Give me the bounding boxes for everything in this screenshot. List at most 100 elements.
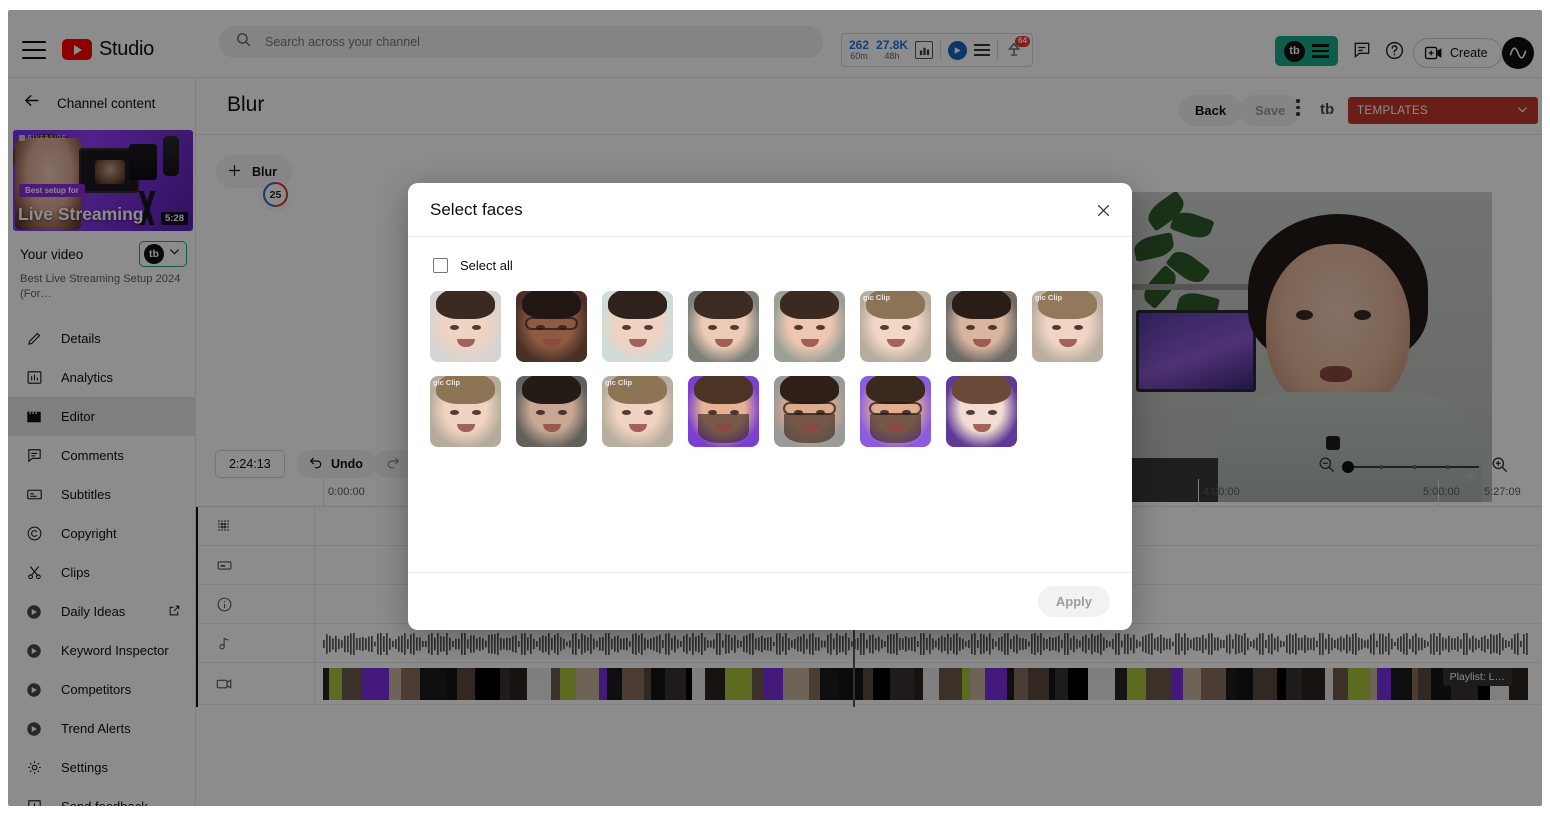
gear-icon <box>24 759 44 776</box>
tubebuddy-play-icon[interactable] <box>948 40 968 60</box>
tubebuddy-video-dropdown[interactable]: tb <box>139 241 187 267</box>
undo-button[interactable]: Undo <box>297 450 377 478</box>
blur-grid-icon <box>204 518 244 534</box>
search-input[interactable] <box>265 35 785 49</box>
playhead[interactable] <box>196 507 198 707</box>
search-bar[interactable] <box>219 26 823 58</box>
close-icon[interactable] <box>1092 199 1114 221</box>
face-thumbnail[interactable] <box>946 376 1017 447</box>
sidebar-back-title: Channel content <box>57 95 156 111</box>
face-thumbnail[interactable]: gic Clip <box>1032 291 1103 362</box>
zoom-slider[interactable] <box>1342 461 1479 473</box>
zoom-out-icon[interactable] <box>1317 455 1336 479</box>
sidebar-item-competitors[interactable]: Competitors <box>8 670 195 709</box>
face-thumbnail[interactable]: gic Clip <box>430 376 501 447</box>
filmstrip-frame <box>1418 668 1431 700</box>
stats-menu-icon[interactable] <box>974 44 991 56</box>
video-thumbnail[interactable]: RIVERSIDE Best setup for Live Streaming … <box>13 130 193 231</box>
sidebar-item-keyword-inspector[interactable]: Keyword Inspector <box>8 631 195 670</box>
sidebar-item-comments[interactable]: Comments <box>8 436 195 475</box>
hamburger-icon[interactable] <box>22 40 46 59</box>
zoom-slider-knob[interactable] <box>1342 461 1354 473</box>
more-options-icon[interactable] <box>1296 99 1300 116</box>
tubebuddy-menu-icon[interactable] <box>1312 44 1329 58</box>
back-button[interactable]: Back <box>1179 95 1243 126</box>
face-thumbnail[interactable] <box>946 291 1017 362</box>
timeline-row-video[interactable]: Playlist: L… <box>196 663 1542 705</box>
ruler-label: 5:27:09 <box>1484 486 1521 498</box>
feedback-top-icon[interactable] <box>1352 40 1372 65</box>
face-thumbnail[interactable] <box>688 291 759 362</box>
sidebar-item-copyright[interactable]: Copyright <box>8 514 195 553</box>
select-all-checkbox[interactable]: Select all <box>433 258 1110 273</box>
sidebar-item-send-feedback[interactable]: Send feedback <box>8 787 195 806</box>
face-thumbnail[interactable] <box>430 291 501 362</box>
tubebuddy-toolbar-button[interactable]: tb <box>1275 36 1338 66</box>
avatar[interactable] <box>1502 37 1534 69</box>
sidebar-item-label: Analytics <box>61 370 114 386</box>
sidebar-item-trend-alerts[interactable]: Trend Alerts <box>8 709 195 748</box>
sidebar-item-label: Settings <box>61 760 108 776</box>
face-thumbnail[interactable] <box>688 376 759 447</box>
face-eye-left <box>966 410 975 415</box>
filmstrip-frame <box>527 668 551 700</box>
checkbox-box[interactable] <box>433 258 448 273</box>
sidebar-item-daily-ideas[interactable]: Daily Ideas <box>8 592 195 631</box>
timeline-zoom-control[interactable] <box>1317 455 1509 479</box>
sidebar-item-label: Clips <box>61 565 90 581</box>
face-glasses <box>869 401 922 415</box>
sidebar-item-clips[interactable]: Clips <box>8 553 195 592</box>
tubebuddy-logo-icon: tb <box>144 244 164 264</box>
face-eye-right <box>472 325 481 330</box>
face-eye-left <box>708 325 717 330</box>
back-arrow-icon[interactable] <box>22 91 41 115</box>
plus-icon <box>226 162 243 182</box>
face-hair <box>951 376 1012 405</box>
bar-chart-icon <box>24 369 44 386</box>
sidebar-nav: Details Analytics Editor Comments Subtit… <box>8 319 195 806</box>
zoom-in-icon[interactable] <box>1490 455 1509 479</box>
sidebar-item-subtitles[interactable]: Subtitles <box>8 475 195 514</box>
face-thumbnail[interactable] <box>774 291 845 362</box>
bar-chart-icon[interactable] <box>915 41 934 59</box>
playlist-badge: Playlist: L… <box>1442 668 1512 686</box>
face-thumbnail[interactable] <box>516 291 587 362</box>
select-faces-dialog: Select faces Select all gic Clip gic Clip… <box>408 183 1132 630</box>
face-watermark: gic Clip <box>433 378 461 387</box>
studio-logo[interactable]: Studio <box>62 38 154 61</box>
face-thumbnail[interactable] <box>860 376 931 447</box>
filmstrip-frame <box>622 668 644 700</box>
tubebuddy-icon <box>24 603 44 621</box>
sidebar-back-header[interactable]: Channel content <box>8 79 195 127</box>
templates-dropdown[interactable]: TEMPLATES <box>1348 97 1538 124</box>
face-thumbnail[interactable] <box>516 376 587 447</box>
face-thumbnail[interactable] <box>774 376 845 447</box>
sidebar-item-editor[interactable]: Editor <box>8 397 195 437</box>
face-thumbnail[interactable]: gic Clip <box>602 376 673 447</box>
timestamp-display[interactable]: 2:24:13 <box>215 450 285 478</box>
tubebuddy-icon <box>24 720 44 738</box>
filmstrip-frame <box>1201 668 1226 700</box>
sidebar-item-label: Keyword Inspector <box>61 643 169 659</box>
filmstrip-frame <box>1236 668 1253 700</box>
sidebar-item-settings[interactable]: Settings <box>8 748 195 787</box>
video-track-body[interactable]: Playlist: L… <box>323 663 1528 704</box>
create-button[interactable]: Create <box>1413 38 1502 68</box>
views-count: 27.8K <box>876 37 909 52</box>
thumbnail-mic <box>163 136 179 176</box>
sidebar-item-details[interactable]: Details <box>8 319 195 358</box>
face-watermark: gic Clip <box>605 378 633 387</box>
clapperboard-icon <box>24 408 44 426</box>
save-button[interactable]: Save <box>1239 95 1302 126</box>
tubebuddy-stats-widget[interactable]: 262 60m 27.8K 48h 64 <box>841 33 1034 67</box>
alerts-icon[interactable]: 64 <box>1005 36 1031 60</box>
filmstrip-frame <box>576 668 599 700</box>
face-thumbnail[interactable] <box>602 291 673 362</box>
apply-button[interactable]: Apply <box>1037 586 1110 617</box>
face-thumbnail[interactable]: gic Clip <box>860 291 931 362</box>
create-label: Create <box>1450 46 1488 60</box>
help-icon[interactable] <box>1384 40 1405 66</box>
filmstrip-frame <box>665 668 686 700</box>
sidebar-item-analytics[interactable]: Analytics <box>8 358 195 397</box>
face-thumbnail-grid: gic Clip gic Clip gic Clip gic Clip <box>430 291 1110 447</box>
